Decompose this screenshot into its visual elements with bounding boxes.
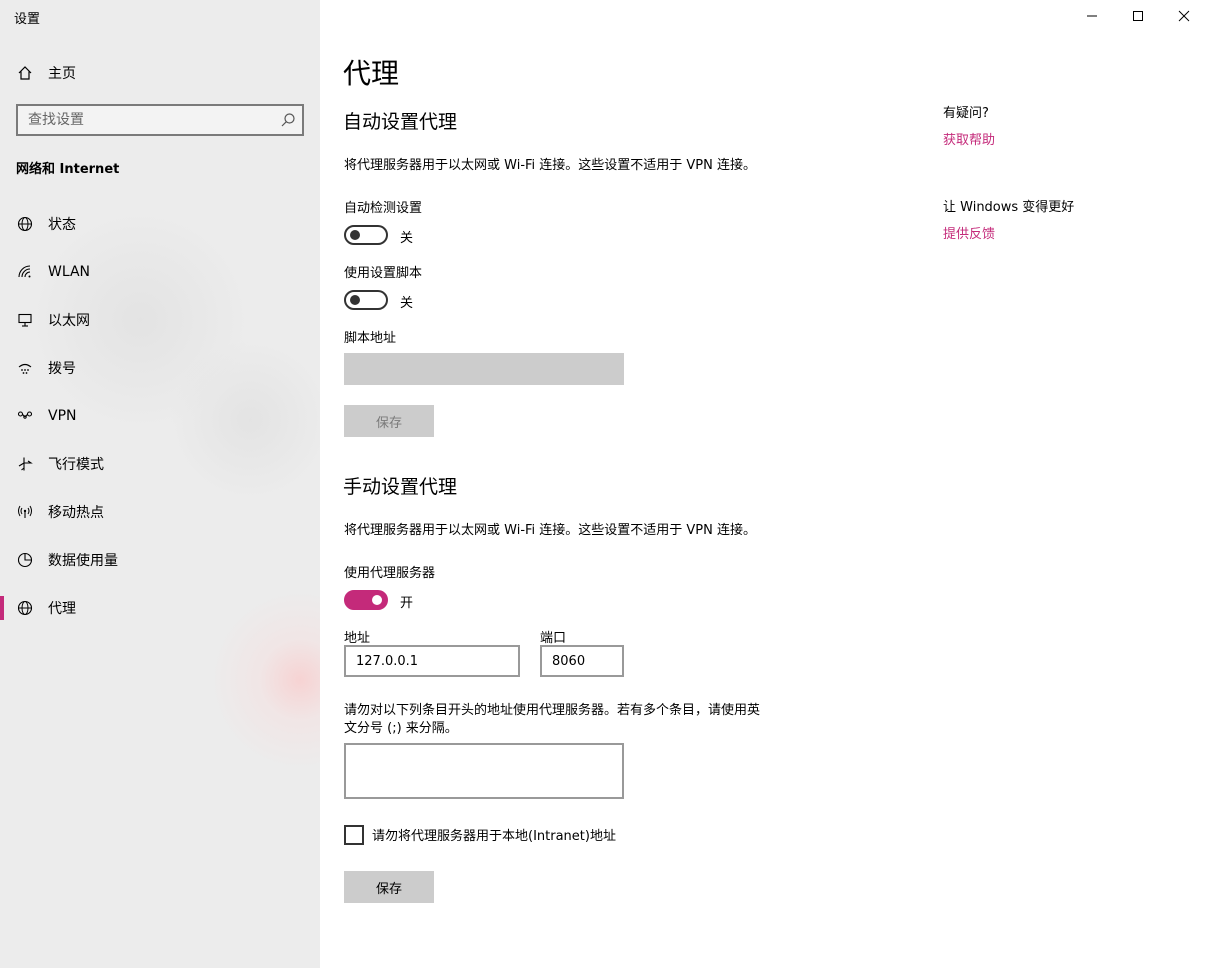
setup-script-toggle[interactable]: [344, 290, 388, 310]
globe-icon: [16, 599, 34, 617]
close-icon: [1178, 7, 1190, 26]
home-icon: [16, 64, 34, 82]
script-address-field: [344, 353, 624, 385]
sidebar-item-label: 以太网: [48, 313, 90, 329]
hotspot-icon: [16, 503, 34, 521]
bypass-local-label: 请勿将代理服务器用于本地(Intranet)地址: [372, 829, 616, 844]
manual-proxy-heading: 手动设置代理: [343, 476, 458, 498]
sidebar-item-data-usage[interactable]: 数据使用量: [0, 540, 320, 580]
toggle-knob: [350, 295, 360, 305]
sidebar-item-wlan[interactable]: WLAN: [0, 252, 320, 292]
sidebar-item-status[interactable]: 状态: [0, 204, 320, 244]
auto-detect-toggle[interactable]: [344, 225, 388, 245]
exceptions-textarea[interactable]: [346, 745, 620, 797]
app-title: 设置: [14, 12, 41, 27]
auto-save-button: 保存: [344, 405, 434, 437]
sidebar-item-label: 移动热点: [48, 505, 104, 521]
sidebar-item-vpn[interactable]: VPN: [0, 396, 320, 436]
bypass-local-checkbox[interactable]: [344, 825, 364, 845]
auto-proxy-heading: 自动设置代理: [343, 111, 458, 133]
vpn-icon: [16, 407, 34, 425]
proxy-address-label: 地址: [344, 631, 371, 646]
wifi-icon: [16, 263, 34, 281]
sidebar: 设置 主页 网络和 Internet 状态 WLAN 以太网: [0, 0, 320, 968]
sidebar-item-label: WLAN: [48, 264, 91, 280]
proxy-port-label: 端口: [540, 631, 567, 646]
sidebar-item-label: 数据使用量: [48, 553, 118, 569]
data-usage-icon: [16, 551, 34, 569]
sidebar-item-dialup[interactable]: 拨号: [0, 348, 320, 388]
maximize-button[interactable]: [1115, 0, 1161, 32]
manual-proxy-description: 将代理服务器用于以太网或 Wi-Fi 连接。这些设置不适用于 VPN 连接。: [344, 523, 757, 538]
active-indicator: [0, 596, 4, 620]
sidebar-item-label: 拨号: [48, 361, 76, 377]
setup-script-state: 关: [400, 296, 414, 311]
page-title: 代理: [343, 57, 400, 90]
search-icon[interactable]: [280, 112, 296, 132]
feedback-link[interactable]: 提供反馈: [943, 223, 995, 242]
sidebar-item-label: 状态: [48, 217, 76, 233]
improve-windows-label: 让 Windows 变得更好: [943, 200, 1075, 215]
close-button[interactable]: [1161, 0, 1207, 32]
dialup-icon: [16, 359, 34, 377]
exceptions-field[interactable]: [344, 743, 624, 799]
proxy-port-field[interactable]: [540, 645, 624, 677]
sidebar-item-hotspot[interactable]: 移动热点: [0, 492, 320, 532]
exceptions-label-line2: 文分号 (;) 来分隔。: [344, 721, 458, 736]
ethernet-icon: [16, 311, 34, 329]
help-question-label: 有疑问?: [943, 106, 989, 121]
maximize-icon: [1132, 7, 1144, 26]
toggle-knob: [350, 230, 360, 240]
proxy-address-input[interactable]: [346, 647, 506, 675]
get-help-link[interactable]: 获取帮助: [943, 129, 995, 148]
search-box[interactable]: [16, 104, 304, 136]
section-header: 网络和 Internet: [16, 162, 120, 177]
exceptions-label-line1: 请勿对以下列条目开头的地址使用代理服务器。若有多个条目，请使用英: [344, 703, 761, 718]
minimize-button[interactable]: [1069, 0, 1115, 32]
globe-status-icon: [16, 215, 34, 233]
use-proxy-state: 开: [400, 596, 414, 611]
proxy-port-input[interactable]: [542, 647, 618, 675]
setup-script-label: 使用设置脚本: [344, 266, 423, 281]
sidebar-item-label: 代理: [48, 601, 76, 617]
auto-proxy-description: 将代理服务器用于以太网或 Wi-Fi 连接。这些设置不适用于 VPN 连接。: [344, 158, 757, 173]
use-proxy-toggle[interactable]: [344, 590, 388, 610]
manual-save-button[interactable]: 保存: [344, 871, 434, 903]
toggle-knob: [372, 595, 382, 605]
auto-detect-label: 自动检测设置: [344, 201, 423, 216]
minimize-icon: [1086, 7, 1098, 26]
sidebar-item-proxy[interactable]: 代理: [0, 588, 320, 628]
airplane-icon: [16, 455, 34, 473]
sidebar-item-label: 飞行模式: [48, 457, 104, 473]
sidebar-item-ethernet[interactable]: 以太网: [0, 300, 320, 340]
nav-home[interactable]: 主页: [0, 53, 320, 93]
auto-detect-state: 关: [400, 231, 414, 246]
sidebar-item-airplane[interactable]: 飞行模式: [0, 444, 320, 484]
proxy-address-field[interactable]: [344, 645, 520, 677]
sidebar-item-label: VPN: [48, 408, 77, 424]
script-address-label: 脚本地址: [344, 331, 397, 346]
nav-home-label: 主页: [48, 66, 76, 82]
search-input[interactable]: [18, 106, 268, 134]
use-proxy-label: 使用代理服务器: [344, 566, 436, 581]
